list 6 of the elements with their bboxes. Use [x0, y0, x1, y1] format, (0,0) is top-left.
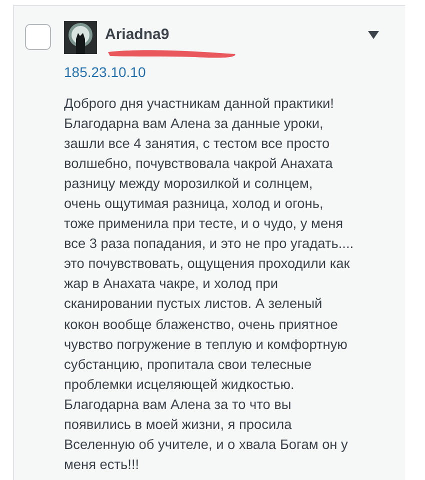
author-name: Ariadna9	[105, 25, 170, 45]
ip-address-link[interactable]: 185.23.10.10	[64, 62, 146, 82]
avatar-image	[64, 21, 97, 54]
comment-text: Доброго дня участникам данной практики! Благодарна вам Алена за данные уроки, зашли все 4 занятия, с тестом все просто волшебно, почувствовала чакрой Анахата разницу между морозилкой и солнцем, очень ощутимая разница, холод и огонь, тоже применила при тесте, и о чудо, у меня все 3 раза попадания, и это не про угадать.... это почувствовать, ощущения проходили как жар в Анахата чакре, и холод при сканировании пустых листов. А зеленый кокон вообще блаженство, очень приятное чувство погружение в теплую и комфортную субстанцию, пропитала свои телесные проблемки исцеляющей жидкостью. Благодарна вам Алена за то что вы появились в моей жизни, я просила Вселенную об учителе, и о хвала Богам он у меня есть!!!	[64, 94, 355, 474]
checkbox[interactable]	[25, 24, 51, 50]
dropdown-caret-icon[interactable]	[368, 31, 379, 40]
